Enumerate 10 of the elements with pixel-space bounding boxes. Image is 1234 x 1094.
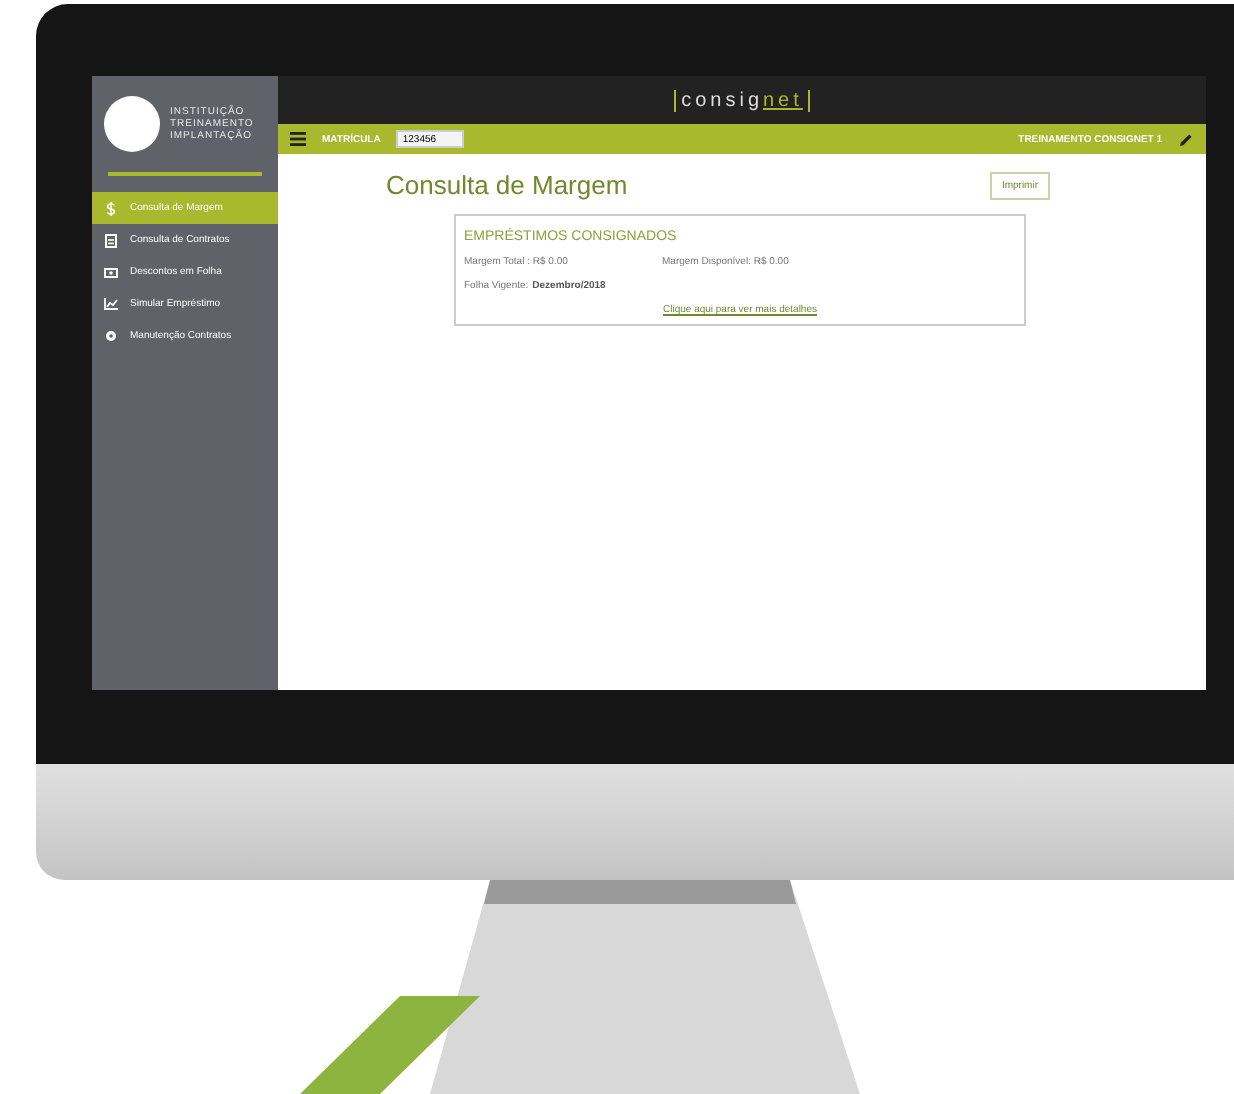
brand-logo: consig net [673, 89, 811, 111]
gear-icon [104, 330, 118, 342]
line-chart-icon [104, 298, 118, 310]
page-title: Consulta de Margem [386, 170, 628, 200]
pencil-icon[interactable] [1178, 131, 1194, 147]
dollar-icon [104, 201, 118, 215]
document-icon [104, 233, 118, 247]
logo-circle-icon [104, 96, 160, 152]
banknote-icon [104, 267, 118, 277]
menu-icon[interactable] [290, 132, 306, 146]
